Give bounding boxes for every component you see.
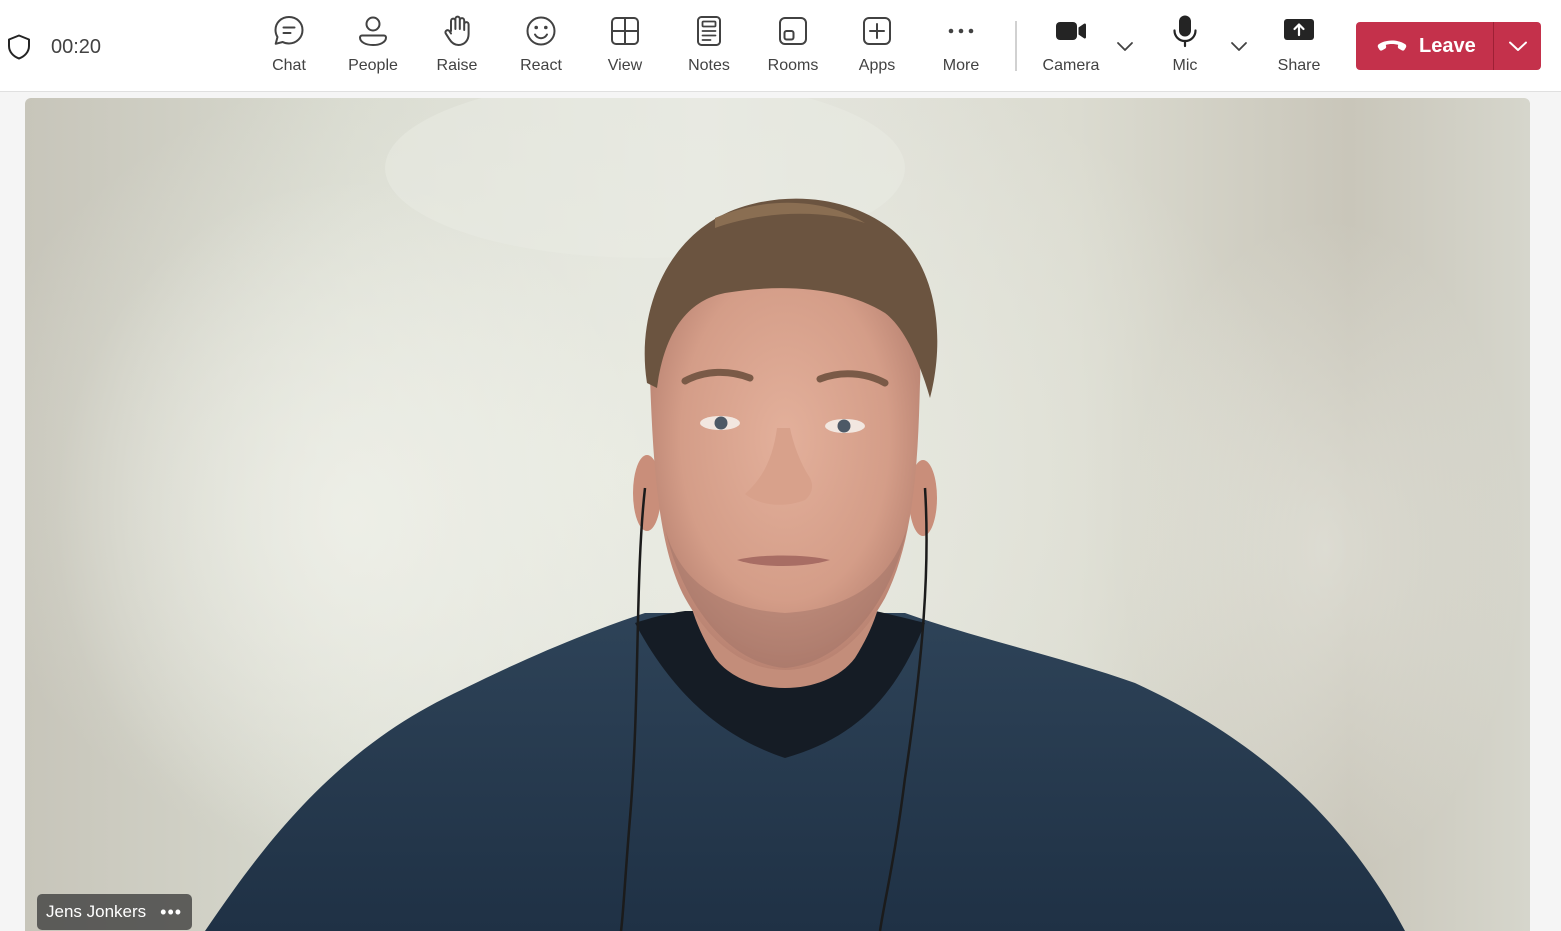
react-button[interactable]: React (501, 14, 581, 84)
participant-name: Jens Jonkers (46, 902, 147, 921)
chevron-down-icon (1508, 41, 1527, 51)
shield-icon (8, 34, 30, 60)
smiley-icon (526, 16, 556, 46)
react-label: React (520, 57, 562, 74)
participant-name-tag: Jens Jonkers ••• (37, 894, 192, 930)
participant-video-feed (55, 98, 1525, 931)
ellipsis-icon (948, 28, 974, 34)
share-screen-icon (1284, 19, 1314, 40)
people-button[interactable]: People (333, 14, 413, 84)
mic-label: Mic (1172, 57, 1198, 74)
more-button[interactable]: More (921, 14, 1001, 84)
chat-bubble-icon (274, 16, 304, 45)
leave-button[interactable]: Leave (1356, 22, 1493, 70)
share-label: Share (1277, 57, 1321, 74)
view-label: View (607, 57, 643, 74)
phone-hangup-icon (1377, 40, 1407, 51)
microphone-icon (1173, 15, 1197, 48)
grid-view-icon (611, 17, 639, 45)
raise-hand-icon (444, 15, 470, 46)
mic-button[interactable]: Mic (1145, 14, 1225, 84)
apps-plus-icon (863, 17, 891, 45)
camera-label: Camera (1042, 57, 1100, 74)
notes-button[interactable]: Notes (669, 14, 749, 84)
notes-label: Notes (688, 57, 730, 74)
person-icon (359, 16, 387, 46)
chat-button[interactable]: Chat (249, 14, 329, 84)
leave-options-button[interactable] (1494, 22, 1541, 70)
notes-icon (697, 16, 721, 46)
meeting-toolbar: 00:20 Chat People Raise React View Notes… (0, 0, 1561, 92)
leave-label: Leave (1419, 34, 1476, 57)
rooms-icon (779, 17, 807, 45)
meeting-timer: 00:20 (51, 36, 102, 58)
participant-video-tile (25, 98, 1530, 931)
chat-label: Chat (272, 57, 306, 74)
leave-button-group: Leave (1356, 22, 1541, 70)
rooms-button[interactable]: Rooms (753, 14, 833, 84)
share-button[interactable]: Share (1259, 14, 1339, 84)
mic-options-chevron-icon[interactable] (1229, 38, 1249, 54)
view-button[interactable]: View (585, 14, 665, 84)
toolbar-divider (1015, 21, 1017, 71)
more-label: More (942, 57, 980, 74)
participant-more-options-button[interactable]: ••• (160, 902, 182, 923)
raise-hand-button[interactable]: Raise (417, 14, 497, 84)
apps-label: Apps (858, 57, 896, 74)
people-label: People (348, 57, 398, 74)
camera-button[interactable]: Camera (1031, 14, 1111, 84)
camera-options-chevron-icon[interactable] (1115, 38, 1135, 54)
raise-label: Raise (436, 57, 478, 74)
apps-button[interactable]: Apps (837, 14, 917, 84)
video-camera-icon (1056, 22, 1086, 40)
rooms-label: Rooms (767, 57, 819, 74)
